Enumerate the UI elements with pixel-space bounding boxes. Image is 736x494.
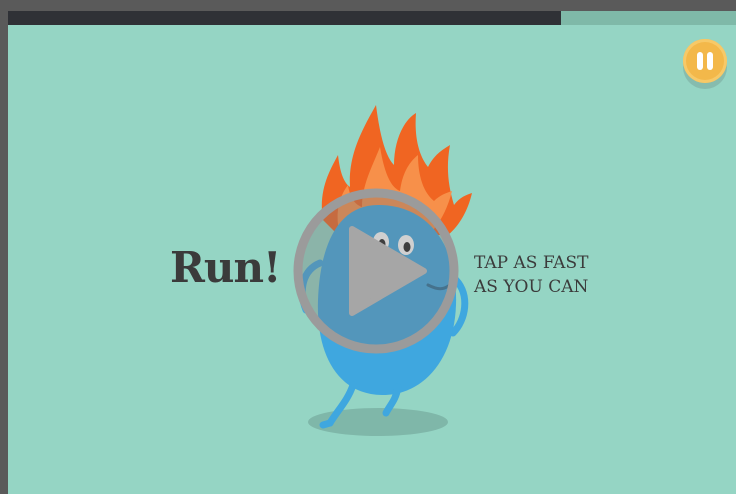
game-stage[interactable]: Run! TAP AS FAST AS YOU CAN xyxy=(8,25,736,494)
instruction-title: Run! xyxy=(170,243,281,292)
play-button[interactable] xyxy=(290,185,462,357)
video-progress-fill xyxy=(8,11,562,25)
pause-button[interactable] xyxy=(683,39,727,83)
game-window: Run! TAP AS FAST AS YOU CAN xyxy=(0,0,736,494)
character-foot-left xyxy=(319,419,334,429)
pause-icon xyxy=(697,52,703,70)
video-progress-bar[interactable] xyxy=(8,11,736,25)
pause-icon-bar xyxy=(707,52,713,70)
